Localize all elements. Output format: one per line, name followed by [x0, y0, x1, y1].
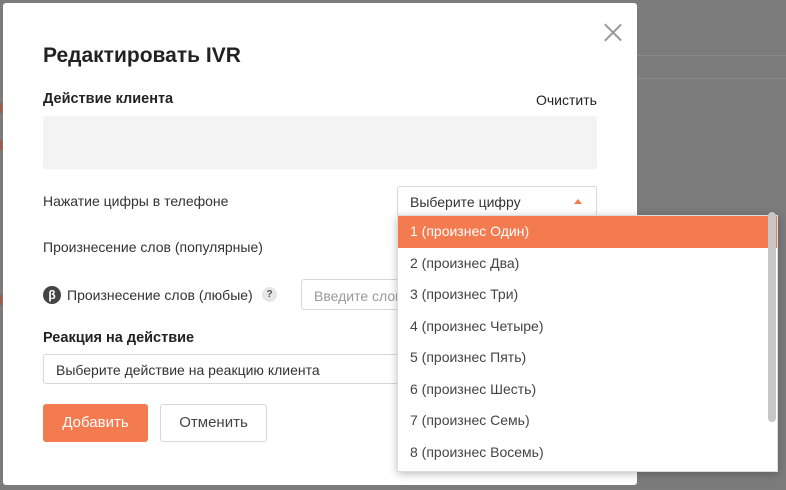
- background-divider: [637, 55, 786, 56]
- digit-select-value: Выберите цифру: [410, 194, 521, 210]
- close-icon[interactable]: [601, 20, 625, 44]
- background-marker: [0, 295, 2, 305]
- reaction-select[interactable]: Выберите действие на реакцию клиента: [43, 354, 403, 384]
- dropdown-item[interactable]: 4 (произнес Четыре): [398, 311, 777, 343]
- background-marker: [0, 103, 2, 113]
- client-action-label: Действие клиента: [43, 91, 174, 107]
- beta-icon: β: [43, 286, 61, 304]
- words-any-label: Произнесение слов (любые): [67, 287, 253, 303]
- modal-title: Редактировать IVR: [43, 44, 241, 67]
- dropdown-item[interactable]: 2 (произнес Два): [398, 248, 777, 280]
- dropdown-item[interactable]: 6 (произнес Шесть): [398, 374, 777, 406]
- digit-select[interactable]: Выберите цифру: [397, 186, 597, 216]
- background-marker: [0, 140, 2, 150]
- help-icon[interactable]: ?: [262, 287, 277, 302]
- background-divider: [637, 78, 786, 79]
- client-action-area[interactable]: [43, 116, 597, 169]
- dropdown-item[interactable]: 1 (произнес Один): [398, 216, 777, 248]
- dropdown-item[interactable]: 7 (произнес Семь): [398, 405, 777, 437]
- dropdown-scrollbar[interactable]: [768, 212, 776, 422]
- digit-press-label: Нажатие цифры в телефоне: [43, 193, 229, 209]
- cancel-button[interactable]: Отменить: [160, 404, 267, 442]
- dropdown-item[interactable]: 8 (произнес Восемь): [398, 437, 777, 469]
- caret-up-icon: [574, 199, 582, 204]
- dropdown-item[interactable]: 3 (произнес Три): [398, 279, 777, 311]
- words-input[interactable]: Введите слова: [301, 279, 411, 310]
- dropdown-item[interactable]: 5 (произнес Пять): [398, 342, 777, 374]
- digit-dropdown: 1 (произнес Один) 2 (произнес Два) 3 (пр…: [397, 215, 778, 472]
- clear-link[interactable]: Очистить: [536, 92, 597, 108]
- reaction-label: Реакция на действие: [43, 330, 195, 346]
- words-popular-label: Произнесение слов (популярные): [43, 239, 263, 255]
- add-button[interactable]: Добавить: [43, 404, 148, 442]
